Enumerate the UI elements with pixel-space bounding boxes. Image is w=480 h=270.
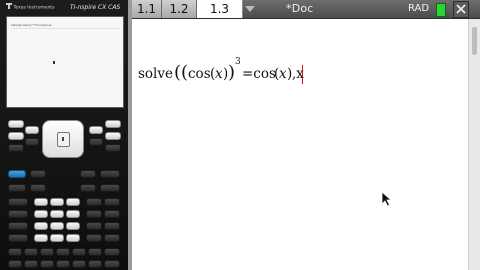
key-frac[interactable] [100,170,120,178]
handheld-keypad [0,108,128,270]
key-ee[interactable] [104,198,120,206]
scrollbar-thumb[interactable] [472,27,477,55]
entry-equals-cos: =cos [242,66,276,82]
key-7[interactable] [34,198,48,206]
key-scratchpad[interactable] [25,126,39,134]
close-icon [456,4,466,14]
chevron-down-icon[interactable] [245,6,255,12]
key-alpha-j[interactable] [40,260,54,268]
key-alpha-i[interactable] [24,260,38,268]
key-flag[interactable] [104,222,120,230]
tab-1-1[interactable]: 1.1 [132,0,162,18]
handheld-history-line: solve((cos(x))^3=cos(x),x) [11,23,52,27]
key-4[interactable] [34,210,48,218]
key-equals[interactable] [30,170,46,178]
key-alpha-m[interactable] [88,260,102,268]
close-button[interactable] [453,1,469,18]
key-divide[interactable] [86,210,102,218]
battery-icon [436,3,446,17]
key-ctrl[interactable] [8,144,24,152]
key-alpha-g[interactable] [104,248,120,256]
handheld-screen-cursor [53,61,55,64]
touchpad-click[interactable] [57,132,70,147]
key-del[interactable] [89,138,103,146]
key-menu[interactable] [89,126,103,134]
entry-solve: solve [138,66,173,82]
entry-outer-paren-open: ( [174,62,182,83]
key-paren[interactable] [8,222,28,230]
key-alpha-k[interactable] [56,260,70,268]
key-9[interactable] [66,198,80,206]
key-alpha-c[interactable] [40,248,54,256]
key-pi[interactable] [104,210,120,218]
entry-cos-1: cos [188,66,211,82]
document-title: *Doc [286,2,314,15]
key-negative[interactable] [66,234,80,242]
key-plus[interactable] [86,222,102,230]
key-0[interactable] [34,234,48,242]
key-alpha-b[interactable] [24,248,38,256]
key-doc[interactable] [105,132,121,140]
key-1[interactable] [34,222,48,230]
tab-1-3[interactable]: 1.3 [197,0,243,18]
handheld-screen[interactable]: solve((cos(x))^3=cos(x),x) [6,16,124,108]
key-alpha-h[interactable] [8,260,22,268]
calculator-entry-line[interactable]: solve ( ( cos ( x ) ) 3 =cos ( x ) ,x [138,57,458,89]
document-view: 1.1 1.2 1.3 *Doc RAD solve ( ( cos ( x )… [132,0,480,270]
key-catalog[interactable] [80,170,96,178]
key-enter-small[interactable] [105,144,121,152]
vertical-scrollbar[interactable] [468,19,480,270]
text-caret [302,65,303,84]
handheld-brand: Texas Instruments TI-nspire CX CAS [6,3,122,15]
key-tab[interactable] [8,132,24,140]
key-alpha-a[interactable] [8,248,22,256]
key-enter[interactable] [104,234,120,242]
key-alpha-f[interactable] [88,248,102,256]
key-3[interactable] [66,222,80,230]
key-6[interactable] [66,210,80,218]
brand-text: Texas Instruments [13,5,55,11]
calculator-page[interactable]: solve ( ( cos ( x ) ) 3 =cos ( x ) ,x [132,19,468,270]
key-home[interactable] [105,120,121,128]
ti-logo-icon [6,3,12,11]
model-text: TI-nspire CX CAS [69,3,121,11]
entry-exponent: 3 [235,57,241,67]
handheld-panel: Texas Instruments TI-nspire CX CAS solve… [0,0,128,270]
key-8[interactable] [50,198,64,206]
angle-mode-indicator[interactable]: RAD [408,0,429,18]
handheld-line-divider [11,28,119,29]
key-x-squared[interactable] [80,184,96,192]
entry-variable-x-2: x [279,66,287,82]
key-shift[interactable] [25,138,39,146]
entry-inner-paren-close: ) [228,62,236,83]
mouse-pointer-icon [381,191,393,207]
key-comma[interactable] [8,234,28,242]
tab-bar: 1.1 1.2 1.3 *Doc RAD [132,0,480,19]
key-ten-x[interactable] [8,210,28,218]
key-2[interactable] [50,222,64,230]
key-alpha-e[interactable] [72,248,86,256]
entry-variable-x-1: x [215,66,223,82]
key-esc[interactable] [8,120,24,128]
key-5[interactable] [50,210,64,218]
key-hint[interactable] [8,184,26,192]
key-multiply[interactable] [86,198,102,206]
key-minus[interactable] [86,234,102,242]
key-decimal[interactable] [50,234,64,242]
key-e-x[interactable] [8,198,28,206]
entry-inner-paren-open: ( [181,62,189,83]
key-alpha-l[interactable] [72,260,86,268]
touchpad[interactable] [42,120,84,158]
tab-1-2[interactable]: 1.2 [162,0,197,18]
key-alpha-n[interactable] [104,260,120,268]
key-power[interactable] [100,184,120,192]
key-trig[interactable] [30,184,46,192]
key-alpha-d[interactable] [56,248,70,256]
key-var[interactable] [8,170,26,178]
